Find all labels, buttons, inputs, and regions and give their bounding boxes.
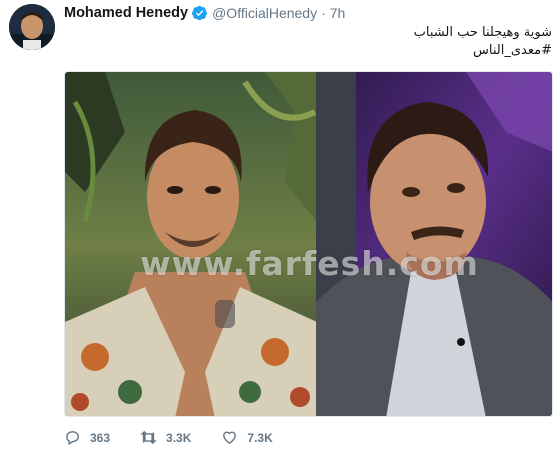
separator-dot: · bbox=[321, 5, 326, 21]
like-button[interactable]: 7.3K bbox=[221, 429, 273, 446]
tweet-timestamp[interactable]: 7h bbox=[330, 5, 346, 21]
tweet-actions: 363 3.3K 7.3K bbox=[64, 429, 303, 446]
like-count: 7.3K bbox=[247, 430, 273, 445]
tweet: Mohamed Henedy @OfficialHenedy · 7h شوية… bbox=[0, 0, 560, 451]
tweet-header: Mohamed Henedy @OfficialHenedy · 7h bbox=[64, 5, 345, 21]
tweet-text: شوية وهيجلنا حب الشباب #معدى_الناس bbox=[414, 24, 552, 60]
reply-icon bbox=[66, 431, 80, 446]
hashtag-link[interactable]: #معدى_الناس bbox=[414, 42, 552, 60]
author-handle[interactable]: @OfficialHenedy bbox=[212, 5, 317, 21]
avatar-image bbox=[9, 4, 55, 50]
reply-count: 363 bbox=[90, 430, 111, 445]
avatar[interactable] bbox=[9, 4, 55, 50]
heart-icon bbox=[223, 431, 237, 445]
retweet-icon bbox=[140, 430, 157, 445]
verified-badge-icon bbox=[192, 5, 208, 21]
retweet-count: 3.3K bbox=[166, 430, 192, 445]
tweet-text-line: شوية وهيجلنا حب الشباب bbox=[413, 25, 552, 40]
tweet-media[interactable]: www.farfesh.com bbox=[64, 71, 553, 417]
retweet-button[interactable]: 3.3K bbox=[140, 429, 191, 446]
watermark: www.farfesh.com bbox=[140, 244, 479, 283]
reply-button[interactable]: 363 bbox=[64, 429, 110, 446]
author-name[interactable]: Mohamed Henedy bbox=[64, 5, 188, 21]
